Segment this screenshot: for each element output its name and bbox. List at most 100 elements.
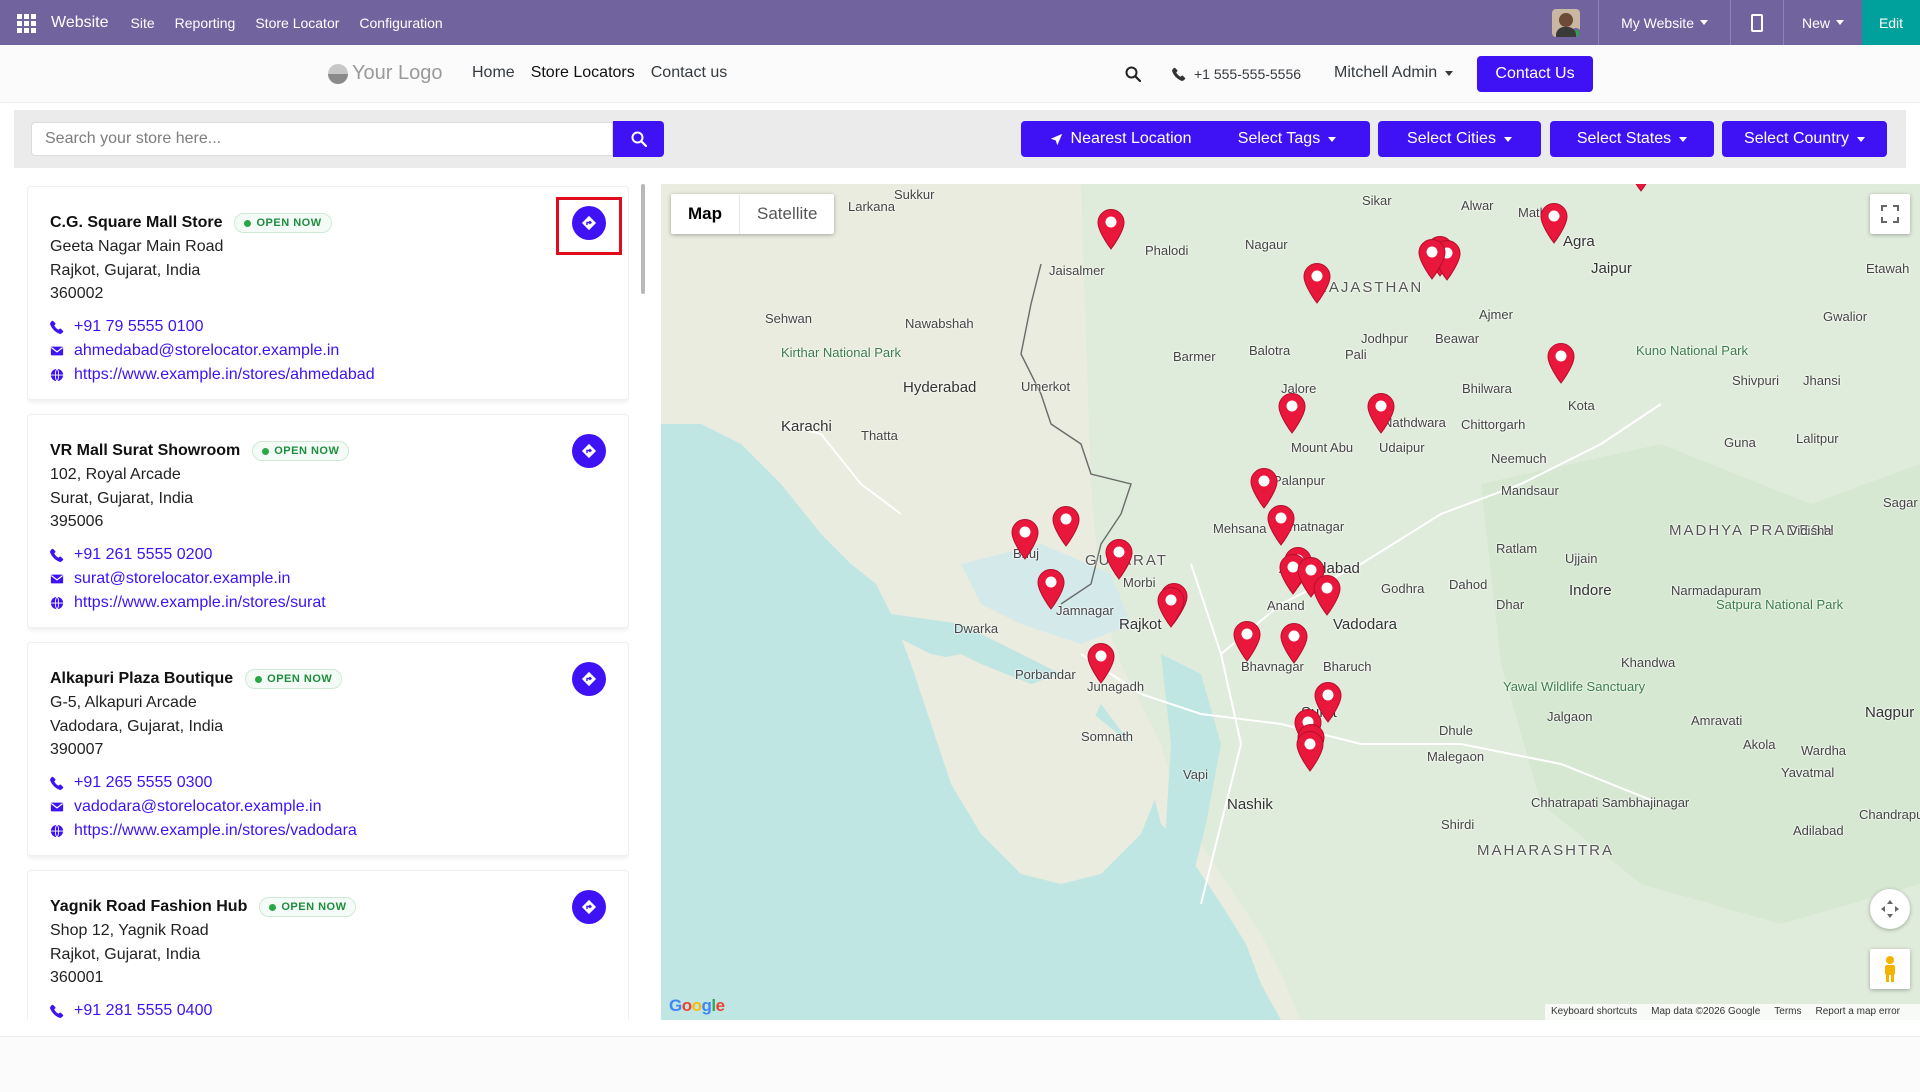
store-website-link[interactable]: https://www.example.in/stores/vadodara — [50, 819, 628, 843]
google-letter: G — [669, 996, 682, 1015]
store-website-link[interactable]: https://www.example.in/stores/surat — [50, 591, 628, 615]
header-phone[interactable]: +1 555-555-5556 — [1172, 66, 1301, 82]
store-search-input[interactable] — [45, 130, 612, 148]
status-dot-icon — [244, 219, 252, 227]
store-phone-link[interactable]: +91 79 5555 0100 — [50, 315, 628, 339]
store-phone-link[interactable]: +91 265 5555 0300 — [50, 771, 628, 795]
store-email-link[interactable]: ahmedabad@storelocator.example.in — [50, 339, 628, 363]
select-cities-dropdown[interactable]: Select Cities — [1378, 121, 1541, 157]
select-tags-dropdown[interactable]: Select Tags — [1204, 121, 1370, 157]
store-card[interactable]: Alkapuri Plaza Boutique OPEN NOW G-5, Al… — [27, 642, 629, 856]
admin-brand[interactable]: Website — [51, 14, 109, 32]
map-label: Khandwa — [1621, 655, 1676, 670]
map-marker-icon[interactable] — [1279, 622, 1309, 664]
map-marker-icon[interactable] — [1051, 505, 1081, 547]
map-marker-icon[interactable] — [1277, 392, 1307, 434]
map-marker-icon[interactable] — [1295, 730, 1325, 772]
directions-button[interactable] — [572, 662, 606, 696]
map-label: Larkana — [848, 199, 895, 214]
select-states-dropdown[interactable]: Select States — [1550, 121, 1714, 157]
store-website: https://www.example.in/stores/vadodara — [74, 821, 357, 839]
keyboard-shortcuts-link[interactable]: Keyboard shortcuts — [1551, 1006, 1637, 1020]
admin-menu-site[interactable]: Site — [131, 15, 155, 31]
map-marker-icon[interactable] — [1266, 504, 1296, 546]
store-phone-link[interactable]: +91 261 5555 0200 — [50, 543, 628, 567]
edit-button[interactable]: Edit — [1862, 0, 1920, 45]
map-type-map-button[interactable]: Map — [671, 194, 740, 234]
google-letter: e — [715, 996, 725, 1015]
store-list[interactable]: C.G. Square Mall Store OPEN NOW Geeta Na… — [27, 184, 629, 1020]
map-label: Sehwan — [765, 311, 812, 326]
store-search-button[interactable] — [613, 121, 664, 157]
map-marker-icon[interactable] — [1096, 208, 1126, 250]
directions-button-highlight — [556, 197, 622, 255]
map-marker-icon[interactable] — [1249, 467, 1279, 509]
admin-menu-store-locator[interactable]: Store Locator — [255, 15, 339, 31]
map-marker-icon[interactable] — [1086, 642, 1116, 684]
map-marker-icon[interactable] — [1036, 568, 1066, 610]
map-label: Nagpur — [1865, 704, 1915, 721]
report-error-link[interactable]: Report a map error — [1816, 1006, 1900, 1020]
search-icon[interactable] — [1125, 66, 1141, 82]
store-list-scrollbar[interactable] — [641, 184, 645, 294]
map-marker-icon[interactable] — [1302, 262, 1332, 304]
user-dropdown[interactable]: Mitchell Admin — [1334, 64, 1454, 82]
store-website-link[interactable]: https://www.example.in/stores/ahmedabad — [50, 363, 628, 387]
caret-down-icon — [1503, 136, 1512, 142]
map-attribution: Keyboard shortcuts Map data ©2026 Google… — [1544, 1004, 1920, 1020]
store-map[interactable]: Sukkur Larkana Jaisalmer Phalodi Nagaur … — [661, 184, 1920, 1020]
user-name: Mitchell Admin — [1334, 64, 1438, 81]
store-card[interactable]: Yagnik Road Fashion Hub OPEN NOW Shop 12… — [27, 870, 629, 1020]
nav-contact-us[interactable]: Contact us — [651, 64, 727, 82]
admin-menu-reporting[interactable]: Reporting — [175, 15, 236, 31]
map-marker-icon[interactable] — [1104, 538, 1134, 580]
directions-button[interactable] — [572, 434, 606, 468]
my-website-dropdown[interactable]: My Website — [1599, 15, 1730, 31]
nav-home[interactable]: Home — [472, 64, 515, 82]
new-button[interactable]: New — [1784, 15, 1862, 31]
fullscreen-button[interactable] — [1870, 194, 1910, 234]
store-address-line: 102, Royal Arcade — [50, 466, 181, 483]
map-marker-icon[interactable] — [1626, 184, 1656, 192]
select-country-dropdown[interactable]: Select Country — [1722, 121, 1887, 157]
user-avatar[interactable] — [1552, 8, 1581, 37]
map-label: Palanpur — [1273, 473, 1326, 488]
map-label: Pali — [1345, 347, 1367, 362]
select-country-label: Select Country — [1744, 130, 1849, 147]
store-email-link[interactable]: surat@storelocator.example.in — [50, 567, 628, 591]
divider — [1729, 0, 1731, 45]
google-logo[interactable]: Google — [669, 996, 725, 1016]
nearest-location-button[interactable]: Nearest Location — [1021, 121, 1220, 157]
camera-control-button[interactable] — [1870, 889, 1910, 929]
apps-grid-icon[interactable] — [17, 13, 43, 33]
badge-label: OPEN NOW — [281, 901, 347, 913]
terms-link[interactable]: Terms — [1774, 1006, 1801, 1020]
map-marker-icon[interactable] — [1156, 586, 1186, 628]
map-marker-icon[interactable] — [1539, 202, 1569, 244]
nav-store-locators[interactable]: Store Locators — [531, 64, 635, 82]
store-email-link[interactable]: vadodara@storelocator.example.in — [50, 795, 628, 819]
globe-icon — [50, 596, 64, 609]
directions-button[interactable] — [572, 890, 606, 924]
map-marker-icon[interactable] — [1312, 574, 1342, 616]
store-card[interactable]: C.G. Square Mall Store OPEN NOW Geeta Na… — [27, 186, 629, 400]
store-card[interactable]: VR Mall Surat Showroom OPEN NOW 102, Roy… — [27, 414, 629, 628]
street-view-pegman[interactable] — [1870, 949, 1910, 989]
map-marker-icon[interactable] — [1232, 620, 1262, 662]
store-phone-link[interactable]: +91 281 5555 0400 — [50, 999, 628, 1021]
map-label: Lalitpur — [1796, 431, 1839, 446]
mobile-preview-icon[interactable] — [1750, 13, 1763, 32]
page-footer-strip — [0, 1036, 1920, 1092]
map-label: Jaisalmer — [1049, 263, 1105, 278]
site-logo[interactable]: Your Logo — [328, 62, 442, 85]
map-label: Jaipur — [1591, 260, 1632, 277]
map-marker-icon[interactable] — [1417, 238, 1447, 280]
map-marker-icon[interactable] — [1010, 518, 1040, 560]
admin-menu-configuration[interactable]: Configuration — [359, 15, 442, 31]
store-search-field[interactable] — [31, 122, 613, 156]
map-type-satellite-button[interactable]: Satellite — [740, 194, 834, 234]
location-arrow-icon — [1050, 133, 1062, 145]
map-marker-icon[interactable] — [1366, 392, 1396, 434]
map-marker-icon[interactable] — [1546, 342, 1576, 384]
contact-us-button[interactable]: Contact Us — [1477, 56, 1593, 92]
